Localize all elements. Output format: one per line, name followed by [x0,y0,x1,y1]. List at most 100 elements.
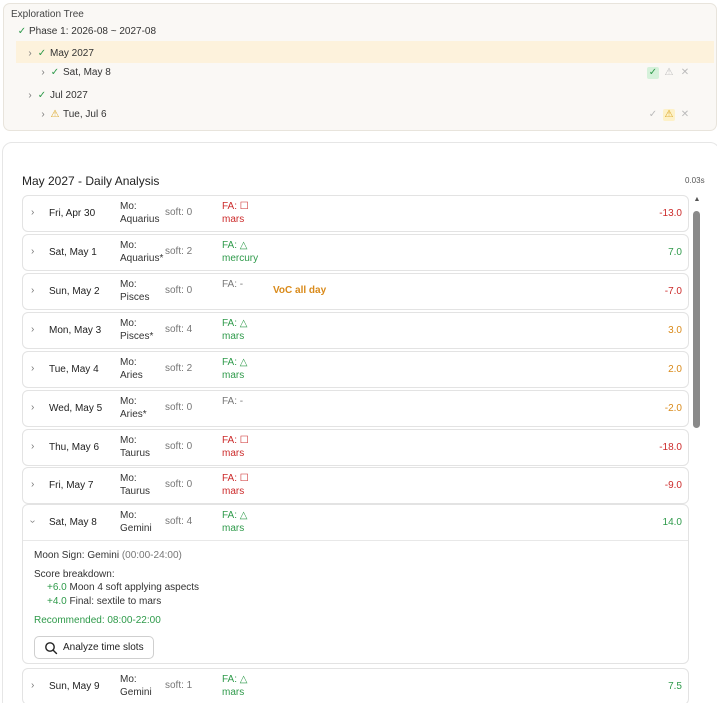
warning-icon[interactable]: ⚠ [663,109,675,121]
chevron-right-icon[interactable]: › [31,363,34,374]
scrollbar-thumb[interactable] [693,211,700,428]
tree-month-label: May 2027 [50,48,94,59]
moon-sign: Mo: Gemini [120,673,152,699]
soft-count: soft: 0 [165,402,193,413]
day-row[interactable]: › Sun, May 9 Mo: Gemini soft: 1 FA: △ ma… [22,668,689,703]
moon-label: Mo: [120,318,137,329]
moon-sign-value: Pisces [120,292,150,303]
moon-sign: Mo: Aquarius* [120,239,163,265]
day-row[interactable]: › Fri, Apr 30 Mo: Aquarius soft: 0 FA: ☐ mars -… [22,195,689,232]
day-score: 7.5 [668,681,682,692]
day-row-expanded: › Sat, May 8 Mo: Gemini soft: 4 FA: △ ma… [22,504,689,664]
chevron-down-icon[interactable]: › [27,520,38,523]
soft-count: soft: 1 [165,680,193,691]
chevron-right-icon[interactable]: › [24,90,36,101]
accept-check-icon[interactable]: ✓ [647,67,659,79]
chevron-right-icon[interactable]: › [37,67,49,78]
chevron-right-icon[interactable]: › [37,109,49,120]
breakdown-value: +4.0 [47,596,67,607]
moon-sign: Mo: Gemini [120,509,152,535]
final-aspect: FA: △ mars [222,509,247,535]
search-icon [45,642,58,655]
moon-sign-value: Taurus [120,486,151,497]
day-score: -9.0 [664,480,682,491]
chevron-right-icon[interactable]: › [31,285,34,296]
close-icon[interactable]: ✕ [679,67,691,79]
fa-label: FA: ☐ [222,435,249,446]
day-row-header[interactable]: › Sat, May 8 Mo: Gemini soft: 4 FA: △ ma… [23,505,688,541]
fa-planet: mars [222,486,245,497]
fa-label: FA: △ [222,510,248,521]
chevron-right-icon[interactable]: › [31,207,34,218]
day-row[interactable]: › Sat, May 1 Mo: Aquarius* soft: 2 FA: △ mercu… [22,234,689,271]
chevron-right-icon[interactable]: › [24,48,36,59]
soft-count: soft: 0 [165,441,193,452]
final-aspect: FA: ☐ mars [222,472,249,498]
day-row[interactable]: › Fri, May 7 Mo: Taurus soft: 0 FA: ☐ mars -9.0 [22,467,689,504]
fa-planet: mars [222,523,245,534]
day-row[interactable]: › Mon, May 3 Mo: Pisces* soft: 4 FA: △ mars 3.0 [22,312,689,349]
day-date: Sun, May 2 [49,286,100,297]
moon-sign: Mo: Pisces* [120,317,153,343]
moon-sign: Mo: Taurus [120,434,150,460]
chevron-right-icon[interactable]: › [31,402,34,413]
fa-label: FA: - [222,396,244,407]
check-icon: ✓ [37,48,47,59]
soft-count: soft: 0 [165,207,193,218]
chevron-right-icon[interactable]: › [31,441,34,452]
panel-title: May 2027 - Daily Analysis [22,174,160,188]
chevron-right-icon[interactable]: › [31,324,34,335]
tree-title: Exploration Tree [11,9,84,20]
voc-badge: VoC all day [273,285,327,296]
tree-month-may[interactable]: › ✓ May 2027 [24,48,94,59]
score-breakdown-item: +4.0 Final: sextile to mars [47,596,161,607]
score-breakdown-item: +6.0 Moon 4 soft applying aspects [47,582,199,593]
day-date: Fri, Apr 30 [49,208,96,219]
day-row[interactable]: › Thu, May 6 Mo: Taurus soft: 0 FA: ☐ mars -18.… [22,429,689,466]
moon-sign: Mo: Aquarius [120,200,159,226]
day-row[interactable]: › Sun, May 2 Mo: Pisces soft: 0 FA: - VoC all … [22,273,689,310]
final-aspect: FA: ☐ mars [222,434,249,460]
moon-sign-time: (00:00-24:00) [121,550,182,561]
day-date: Wed, May 5 [49,403,103,414]
moon-label: Mo: [120,396,137,407]
tree-phase-node[interactable]: ✓ Phase 1: 2026-08 ~ 2027-08 [16,26,156,37]
timing-label: 0.03s [685,176,705,185]
moon-label: Mo: [120,473,137,484]
chevron-right-icon[interactable]: › [31,246,34,257]
scroll-up-arrow-icon[interactable]: ▲ [693,196,701,203]
check-icon: ✓ [37,90,47,101]
recommended-label: Recommended: [34,615,105,626]
tree-month-jul[interactable]: › ✓ Jul 2027 [24,90,88,101]
day-date: Sun, May 9 [49,681,100,692]
day-row[interactable]: › Wed, May 5 Mo: Aries* soft: 0 FA: - -2.0 [22,390,689,427]
soft-count: soft: 0 [165,479,193,490]
warning-icon[interactable]: ⚠ [663,67,675,79]
day-score: 3.0 [668,325,682,336]
fa-planet: mars [222,370,245,381]
tree-day-may8[interactable]: › ✓ Sat, May 8 [37,67,110,78]
chevron-right-icon[interactable]: › [31,680,34,691]
day-date: Sat, May 1 [49,247,97,258]
analyze-time-slots-button[interactable]: Analyze time slots [34,636,154,659]
soft-count: soft: 2 [165,246,193,257]
tree-day-jul6[interactable]: › ⚠ Tue, Jul 6 [37,109,106,120]
moon-label: Mo: [120,510,137,521]
moon-sign: Mo: Aries [120,356,143,382]
tree-day-jul6-actions: ✓ ⚠ ✕ [647,109,691,121]
tree-month-label: Jul 2027 [50,90,88,101]
breakdown-text: Final: sextile to mars [69,596,162,607]
final-aspect: FA: △ mars [222,356,247,382]
day-score: 2.0 [668,364,682,375]
moon-sign-value: Aquarius* [120,253,164,264]
tree-selected-highlight [16,41,714,63]
close-icon[interactable]: ✕ [679,109,691,121]
fa-planet: mars [222,687,245,698]
moon-label: Mo: [120,240,137,251]
fa-planet: mars [222,448,245,459]
moon-label: Mo: [120,674,137,685]
day-row[interactable]: › Tue, May 4 Mo: Aries soft: 2 FA: △ mars 2.0 [22,351,689,388]
accept-check-icon[interactable]: ✓ [647,109,659,121]
chevron-right-icon[interactable]: › [31,479,34,490]
day-date: Fri, May 7 [49,480,94,491]
